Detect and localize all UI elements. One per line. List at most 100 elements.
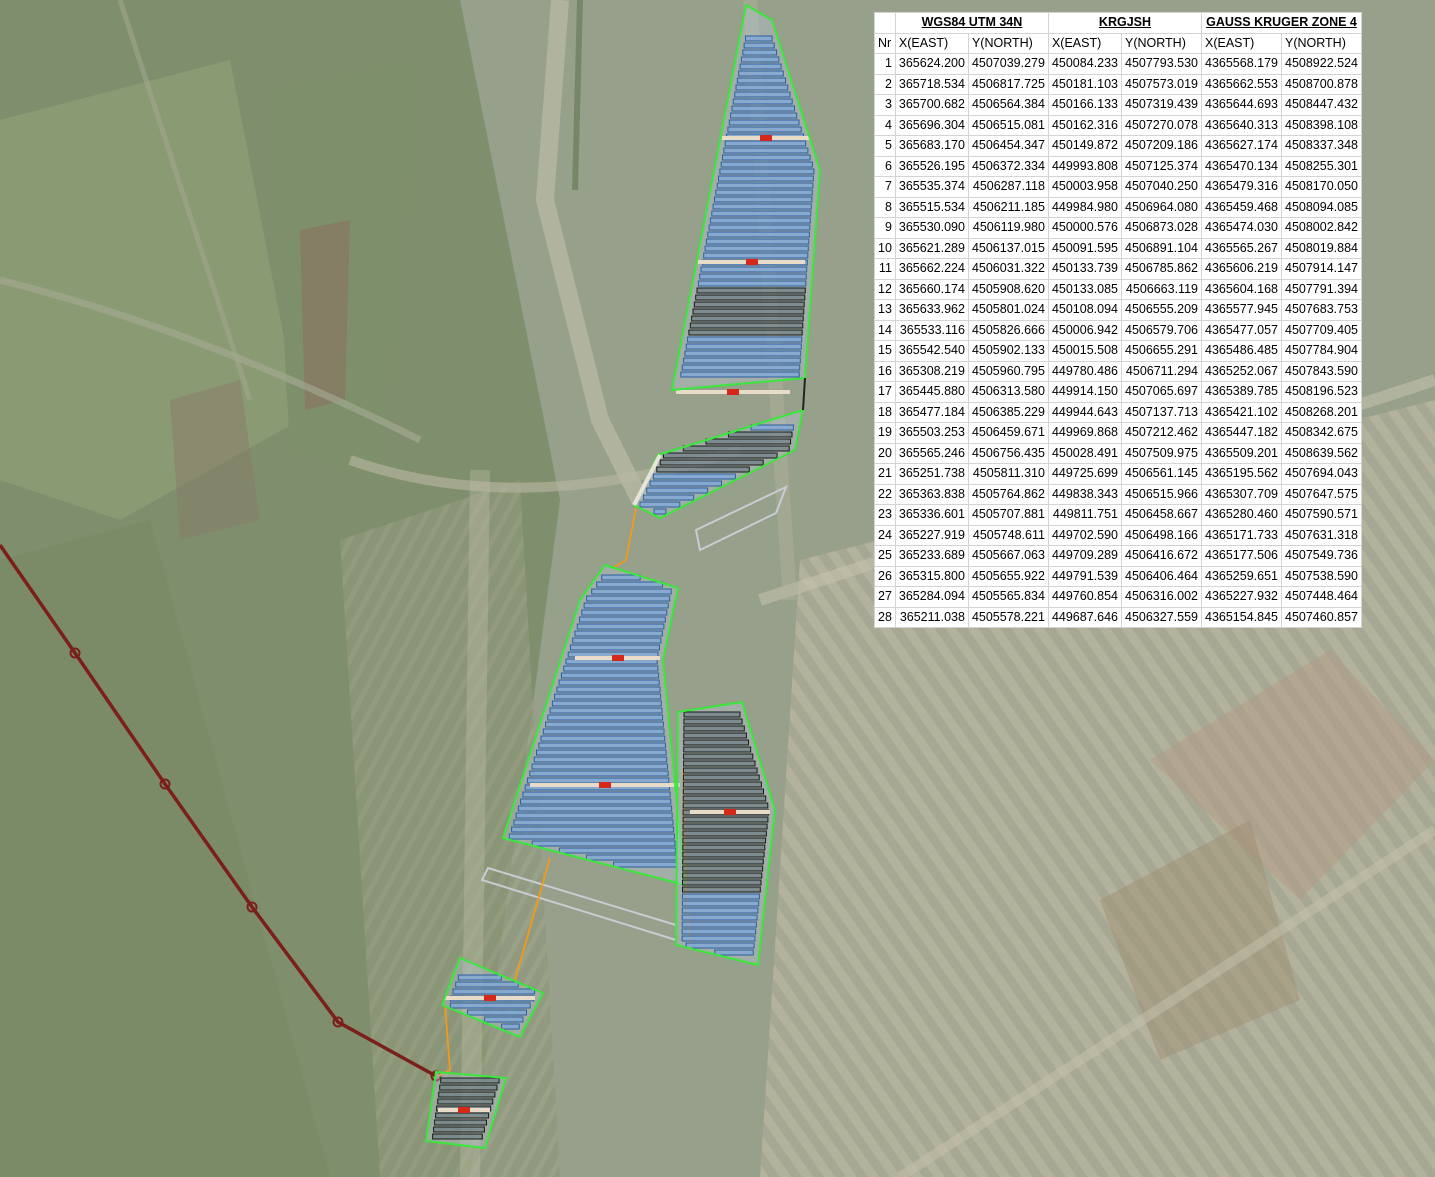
coordinate-cell: 4507509.975 (1121, 442, 1202, 464)
panel-row (432, 1133, 483, 1140)
panel-row (687, 336, 803, 343)
panel-row (536, 749, 667, 756)
panel-row (501, 1023, 520, 1030)
coordinate-cell: 450162.316 (1047, 114, 1123, 136)
panel-row (711, 210, 812, 217)
coordinate-cell: 4508342.675 (1281, 422, 1362, 444)
panel-row (601, 574, 641, 581)
coordinate-cell: 4507791.394 (1281, 278, 1362, 300)
coordinate-cell: 4506873.028 (1121, 217, 1202, 239)
panel-row (681, 900, 760, 907)
panel-row (683, 357, 801, 364)
inverter-station[interactable] (746, 259, 758, 265)
panel-row (745, 35, 773, 42)
panel-row (700, 266, 808, 273)
panel-row (581, 609, 668, 616)
coordinate-cell: 4507212.462 (1121, 422, 1202, 444)
coordinate-cell: 4507137.713 (1121, 401, 1202, 423)
coordinate-cell: 450133.085 (1047, 278, 1123, 300)
panel-row (526, 777, 670, 784)
inverter-station[interactable] (612, 655, 624, 661)
coordinate-cell: 4365604.168 (1201, 278, 1282, 300)
coordinate-cell: 449725.699 (1047, 463, 1123, 485)
panel-row (720, 161, 813, 168)
coordinate-cell: 449993.808 (1047, 155, 1123, 177)
table-row: 11 365662.224 4506031.322 450133.739 4506785… (874, 258, 1362, 280)
panel-row (699, 273, 807, 280)
coordinate-cell: 365542.540 (894, 340, 969, 362)
panel-row (437, 1098, 494, 1105)
table-row: 17 365445.880 4506313.580 449914.150 4507065… (874, 381, 1362, 403)
coordinate-cell: 365284.094 (894, 586, 969, 608)
coordinate-cell: 4505960.795 (967, 360, 1049, 382)
coordinate-cell: 4506561.145 (1121, 463, 1202, 485)
point-number: 28 (874, 606, 896, 628)
coordinate-cell: 4506817.725 (967, 73, 1049, 95)
coordinate-cell: 4506458.667 (1121, 504, 1202, 526)
coordinate-cell: 450181.103 (1047, 73, 1123, 95)
point-number: 25 (874, 545, 896, 567)
coordinate-cell: 4508337.348 (1281, 135, 1362, 157)
coordinate-cell: 4507270.078 (1121, 114, 1202, 136)
coordinate-cell: 4505655.922 (967, 565, 1049, 587)
panel-row (531, 763, 668, 770)
inverter-station[interactable] (484, 995, 496, 1001)
inverter-station[interactable] (727, 389, 739, 395)
panel-row (709, 217, 811, 224)
panel-row (681, 907, 759, 914)
coordinate-cell: 4506406.464 (1121, 565, 1202, 587)
panel-row (742, 49, 778, 56)
coordinate-cell: 4508639.562 (1281, 442, 1362, 464)
panel-row (434, 1119, 488, 1126)
table-row: 2 365718.534 4506817.725 450181.103 4507573.… (874, 73, 1362, 95)
coordinate-cell: 4506372.334 (967, 155, 1049, 177)
coordinate-cell: 4507039.279 (967, 53, 1049, 75)
inverter-station[interactable] (724, 809, 736, 815)
panel-row (435, 1112, 490, 1119)
coordinate-cell: 4505908.620 (967, 278, 1049, 300)
panel-row (740, 56, 780, 63)
panel-row (682, 865, 764, 872)
panel-row (682, 844, 766, 851)
point-number: 26 (874, 565, 896, 587)
coordinate-cell: 4507647.575 (1281, 483, 1362, 505)
panel-row (682, 802, 769, 809)
panel-row (683, 739, 750, 746)
panel-row (515, 812, 673, 819)
panel-row (529, 770, 669, 777)
coordinate-cell: 4506498.166 (1121, 524, 1202, 546)
panel-row (513, 819, 674, 826)
panel-row (682, 788, 764, 795)
panel-row (452, 988, 536, 995)
panel-row (682, 816, 769, 823)
table-row: 21 365251.738 4505811.310 449725.699 4506561… (874, 463, 1362, 485)
coordinate-cell: 4507694.043 (1281, 463, 1362, 485)
coordinate-cell: 449944.643 (1047, 401, 1123, 423)
point-number: 14 (874, 319, 896, 341)
table-row: 18 365477.184 4506385.229 449944.643 4507137… (874, 401, 1362, 423)
coordinate-cell: 4506119.980 (967, 217, 1049, 239)
coordinate-cell: 4365447.182 (1201, 422, 1282, 444)
coordinate-cell: 4505565.834 (967, 586, 1049, 608)
panel-row (682, 851, 765, 858)
coordinate-cell: 4507573.019 (1121, 73, 1202, 95)
coordinate-cell: 4506579.706 (1121, 319, 1202, 341)
panel-row (716, 182, 814, 189)
panel-row (438, 1091, 496, 1098)
inverter-station[interactable] (760, 135, 772, 141)
inverter-station[interactable] (458, 1107, 470, 1113)
panel-row (722, 154, 811, 161)
panel-row (558, 679, 660, 686)
col-header: X(EAST) (894, 32, 969, 54)
coordinate-cell: 4365606.219 (1201, 258, 1282, 280)
point-number: 11 (874, 258, 896, 280)
panel-row (682, 872, 763, 879)
coordinate-cell: 449780.486 (1047, 360, 1123, 382)
panel-row (646, 487, 709, 494)
coordinate-cell: 4508700.878 (1281, 73, 1362, 95)
inverter-station[interactable] (599, 782, 611, 788)
point-number: 27 (874, 586, 896, 608)
coordinate-cell: 4507549.736 (1281, 545, 1362, 567)
panel-row (697, 280, 807, 287)
coordinate-cell: 4506515.966 (1121, 483, 1202, 505)
